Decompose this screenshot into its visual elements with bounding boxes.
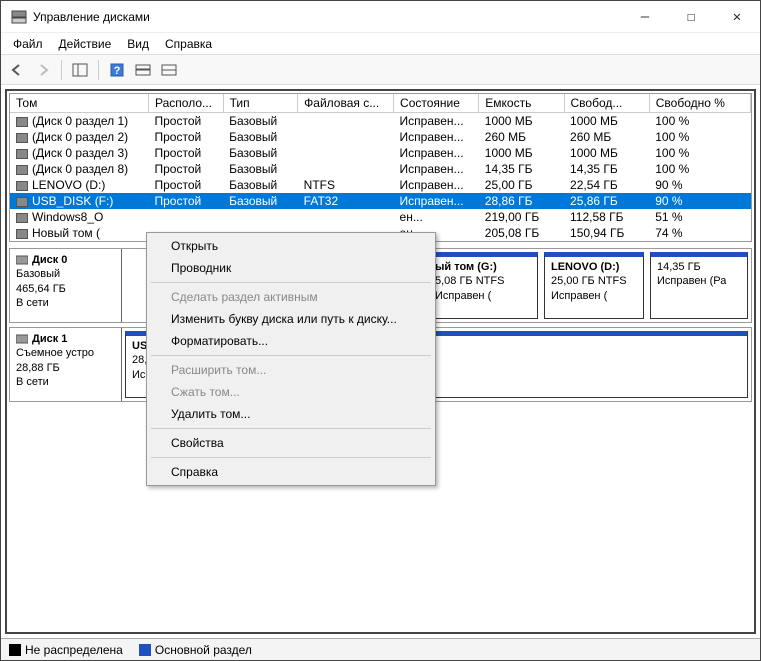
col-fs[interactable]: Файловая с... [298,94,394,113]
minimize-button[interactable]: — [622,2,668,32]
disk-icon [16,333,28,345]
forward-button[interactable] [31,58,55,82]
volume-icon [16,197,28,207]
window-title: Управление дисками [33,10,622,24]
disk-0-name: Диск 0 [32,253,67,267]
ctx-properties[interactable]: Свойства [149,432,433,454]
ctx-separator [151,428,431,429]
views-button[interactable] [68,58,92,82]
table-row[interactable]: LENOVO (D:)ПростойБазовыйNTFSИсправен...… [10,177,751,193]
volume-icon [16,133,28,143]
toolbar: ? [1,55,760,85]
menu-view[interactable]: Вид [119,35,157,53]
ctx-separator [151,355,431,356]
ctx-help[interactable]: Справка [149,461,433,483]
volume-icon [16,149,28,159]
legend-swatch-unallocated [9,644,21,656]
ctx-format[interactable]: Форматировать... [149,330,433,352]
table-row[interactable]: (Диск 0 раздел 3)ПростойБазовыйИсправен.… [10,145,751,161]
ctx-open[interactable]: Открыть [149,235,433,257]
legend: Не распределена Основной раздел [1,638,760,660]
maximize-button[interactable]: ☐ [668,2,714,32]
partition-g[interactable]: ый том (G:) 5,08 ГБ NTFS Исправен ( [428,252,538,319]
back-button[interactable] [5,58,29,82]
col-type[interactable]: Тип [223,94,298,113]
toolbar-separator [98,60,99,80]
disk-1-name: Диск 1 [32,332,67,346]
layout-top-button[interactable] [131,58,155,82]
table-row[interactable]: Windows8_Oен...219,00 ГБ112,58 ГБ51 % [10,209,751,225]
legend-unallocated: Не распределена [25,643,123,657]
toolbar-separator [61,60,62,80]
ctx-explorer[interactable]: Проводник [149,257,433,279]
col-free[interactable]: Свобод... [564,94,649,113]
context-menu: Открыть Проводник Сделать раздел активны… [146,232,436,486]
ctx-make-active: Сделать раздел активным [149,286,433,308]
close-button[interactable]: ✕ [714,2,760,32]
volume-icon [16,165,28,175]
menubar: Файл Действие Вид Справка [1,33,760,55]
volume-icon [16,117,28,127]
table-row[interactable]: (Диск 0 раздел 1)ПростойБазовыйИсправен.… [10,113,751,130]
table-row[interactable]: (Диск 0 раздел 8)ПростойБазовыйИсправен.… [10,161,751,177]
disk-1-label: Диск 1 Съемное устро 28,88 ГБ В сети [10,328,122,401]
titlebar: Управление дисками — ☐ ✕ [1,1,760,33]
ctx-delete[interactable]: Удалить том... [149,403,433,425]
volume-icon [16,229,28,239]
legend-swatch-primary [139,644,151,656]
layout-bottom-button[interactable] [157,58,181,82]
legend-primary: Основной раздел [155,643,252,657]
ctx-separator [151,282,431,283]
menu-help[interactable]: Справка [157,35,220,53]
col-capacity[interactable]: Емкость [479,94,564,113]
partition-d[interactable]: LENOVO (D:) 25,00 ГБ NTFS Исправен ( [544,252,644,319]
ctx-separator [151,457,431,458]
ctx-extend: Расширить том... [149,359,433,381]
disk-0-label: Диск 0 Базовый 465,64 ГБ В сети [10,249,122,322]
col-status[interactable]: Состояние [394,94,479,113]
volume-icon [16,181,28,191]
table-row[interactable]: USB_DISK (F:)ПростойБазовыйFAT32Исправен… [10,193,751,209]
menu-file[interactable]: Файл [5,35,51,53]
volume-icon [16,213,28,223]
col-layout[interactable]: Располо... [149,94,224,113]
ctx-change-letter[interactable]: Изменить букву диска или путь к диску... [149,308,433,330]
menu-action[interactable]: Действие [51,35,120,53]
disk-icon [16,254,28,266]
volume-list[interactable]: Том Располо... Тип Файловая с... Состоян… [9,93,752,242]
table-row[interactable]: (Диск 0 раздел 2)ПростойБазовыйИсправен.… [10,129,751,145]
disk-mgmt-icon [11,9,27,25]
partition-oem[interactable]: 14,35 ГБ Исправен (Ра [650,252,748,319]
col-volume[interactable]: Том [10,94,149,113]
svg-text:?: ? [114,65,121,77]
col-freepct[interactable]: Свободно % [649,94,750,113]
ctx-shrink: Сжать том... [149,381,433,403]
help-button[interactable]: ? [105,58,129,82]
